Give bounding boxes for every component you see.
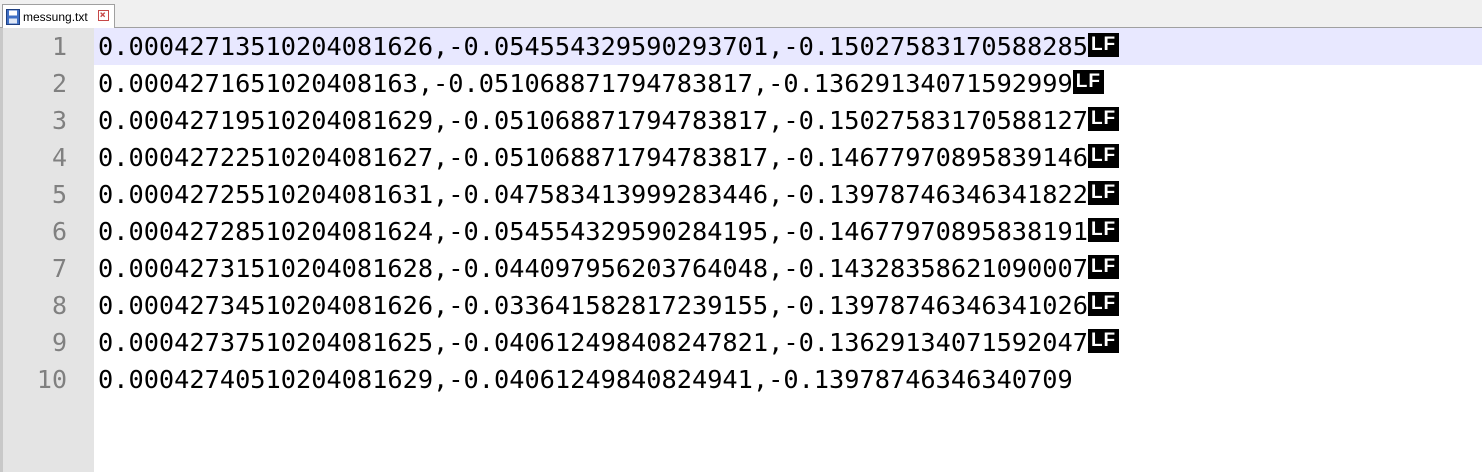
line-text: 0.0004271651020408163,-0.051068871794783… <box>98 69 1073 98</box>
editor-line[interactable]: 9 0.00042737510204081625,-0.0406124984082… <box>3 324 1482 361</box>
tab-bar: messung.txt <box>0 0 1482 28</box>
line-number: 9 <box>51 328 67 357</box>
floppy-disk-icon <box>6 8 20 25</box>
line-number: 6 <box>51 217 67 246</box>
eol-marker: LF <box>1087 328 1120 353</box>
line-number: 8 <box>51 291 67 320</box>
editor-line[interactable]: 5 0.00042725510204081631,-0.0475834139992… <box>3 176 1482 213</box>
line-number: 3 <box>51 106 67 135</box>
line-text: 0.00042728510204081624,-0.05455432959028… <box>98 217 1088 246</box>
line-text: 0.00042719510204081629,-0.05106887179478… <box>98 106 1088 135</box>
eol-marker: LF <box>1087 32 1120 57</box>
eol-marker: LF <box>1087 180 1120 205</box>
line-number: 10 <box>36 365 67 394</box>
editor-line[interactable]: 3 0.00042719510204081629,-0.0510688717947… <box>3 102 1482 139</box>
eol-marker: LF <box>1087 254 1120 279</box>
editor-line[interactable]: 2 0.0004271651020408163,-0.05106887179478… <box>3 65 1482 102</box>
line-number: 1 <box>3 28 94 65</box>
line-number: 5 <box>51 180 67 209</box>
line-number: 2 <box>51 69 67 98</box>
eol-marker: LF <box>1072 69 1104 94</box>
text-editor[interactable]: 1 0.00042713510204081626,-0.0545543295902… <box>0 28 1482 472</box>
eol-marker: LF <box>1087 291 1120 316</box>
editor-line[interactable]: 1 0.00042713510204081626,-0.0545543295902… <box>3 28 1482 65</box>
line-text: 0.00042713510204081626,-0.05455432959029… <box>98 32 1088 61</box>
eol-marker: LF <box>1087 143 1120 168</box>
editor-lines: 1 0.00042713510204081626,-0.0545543295902… <box>3 28 1482 398</box>
tab-label: messung.txt <box>23 9 88 24</box>
close-icon[interactable] <box>98 10 109 21</box>
line-text: 0.00042731510204081628,-0.04409795620376… <box>98 254 1088 283</box>
editor-line[interactable]: 7 0.00042731510204081628,-0.0440979562037… <box>3 250 1482 287</box>
line-text: 0.00042722510204081627,-0.05106887179478… <box>98 143 1088 172</box>
notepad-plus-plus-window: messung.txt 1 0.00042713510204081626,-0.0… <box>0 0 1482 472</box>
line-text: 0.00042737510204081625,-0.04061249840824… <box>98 328 1088 357</box>
editor-line[interactable]: 6 0.00042728510204081624,-0.0545543295902… <box>3 213 1482 250</box>
line-number: 4 <box>51 143 67 172</box>
editor-line[interactable]: 4 0.00042722510204081627,-0.0510688717947… <box>3 139 1482 176</box>
editor-line[interactable]: 8 0.00042734510204081626,-0.0336415828172… <box>3 287 1482 324</box>
line-text: 0.00042725510204081631,-0.04758341399928… <box>98 180 1088 209</box>
line-number: 7 <box>51 254 67 283</box>
editor-line[interactable]: 10 0.00042740510204081629,-0.040612498408… <box>3 361 1482 398</box>
line-text: 0.00042734510204081626,-0.03364158281723… <box>98 291 1088 320</box>
eol-marker: LF <box>1087 217 1120 242</box>
line-text: 0.00042740510204081629,-0.04061249840824… <box>98 365 1073 394</box>
tab-messung-txt[interactable]: messung.txt <box>2 4 115 28</box>
eol-marker: LF <box>1087 106 1120 131</box>
